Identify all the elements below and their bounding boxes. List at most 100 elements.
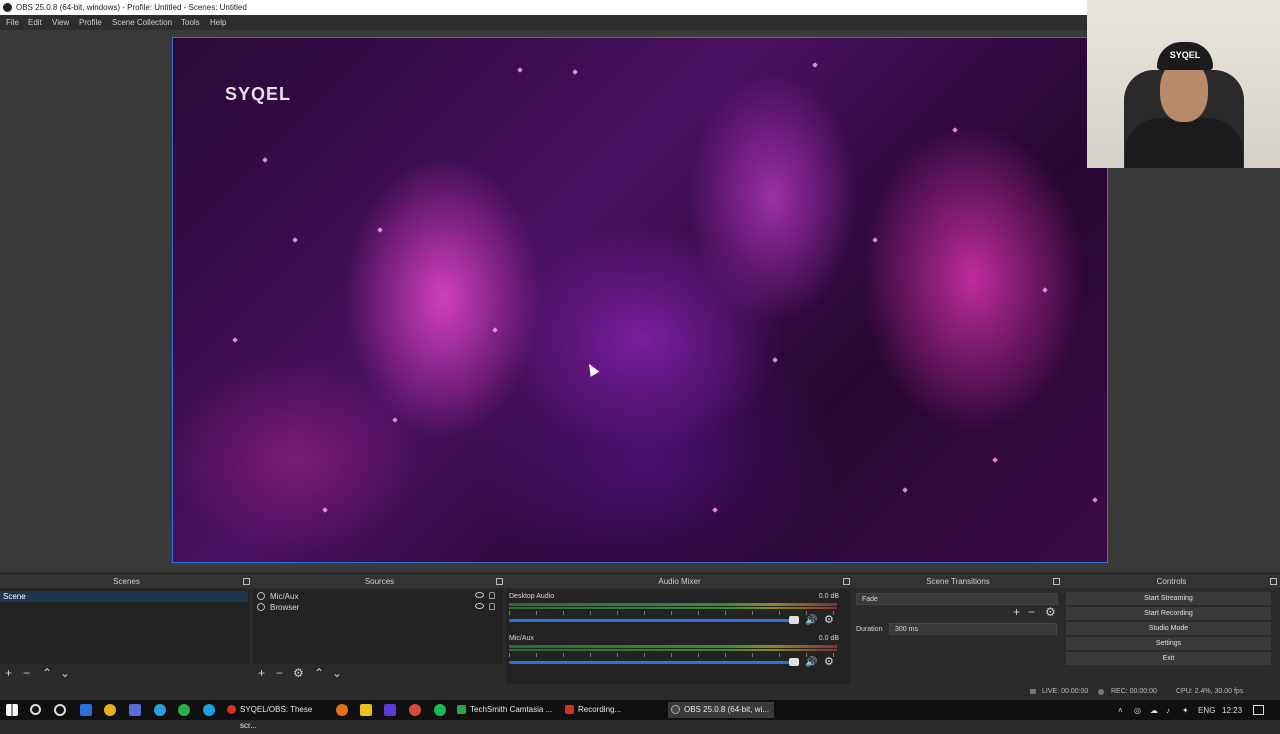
scene-transitions-dock: Scene Transitions Fade + − ⚙ Duration 30… [853,575,1063,686]
scene-item[interactable]: Scene [0,591,248,602]
audio-mixer-dock-title: Audio Mixer [506,576,853,588]
network-icon[interactable]: ☁ [1150,706,1158,715]
controls-dock-title: Controls [1063,576,1280,588]
task-view-icon[interactable] [80,704,92,716]
start-recording-button[interactable]: Start Recording [1066,607,1271,620]
sources-dock: Sources Mic/Aux Browser + − ⚙ ⌃ ⌄ [253,575,506,686]
app-icon[interactable] [129,704,141,716]
taskbar-app-obs[interactable]: OBS 25.0.8 (64-bit, wi... [668,702,774,718]
preview-logo: SYQEL [225,84,292,104]
undock-icon[interactable] [243,578,250,585]
scenes-dock-title: Scenes [0,576,253,588]
settings-button[interactable]: Settings [1066,637,1271,650]
volume-slider-handle[interactable] [789,616,799,624]
mixer-body: Desktop Audio 0.0 dB 🔊 ⚙ Mic/Aux 0.0 dB … [506,589,850,684]
undock-icon[interactable] [1270,578,1277,585]
app-tray-icon[interactable]: ◎ [1134,706,1141,715]
app-icon[interactable] [409,704,421,716]
duration-input[interactable]: 300 ms [889,623,1057,635]
whatsapp-icon[interactable] [178,704,190,716]
move-source-up-button[interactable]: ⌃ [314,667,324,679]
speaker-icon[interactable]: 🔊 [805,657,817,668]
app-icon[interactable] [384,704,396,716]
live-timer: LIVE: 00:00:00 [1042,688,1089,695]
volume-icon[interactable]: ♪ [1166,706,1170,715]
remove-source-button[interactable]: − [276,667,283,679]
firefox-icon[interactable] [336,704,348,716]
taskbar-app-chrome[interactable]: SYQEL/OBS: These scr... [224,702,328,730]
recording-icon [565,705,574,714]
menu-file[interactable]: File [6,18,19,27]
transition-select[interactable]: Fade [856,593,1058,605]
visibility-eye-icon[interactable] [475,603,484,609]
source-item-browser[interactable]: Browser [253,602,495,613]
audio-mixer-dock: Audio Mixer Desktop Audio 0.0 dB 🔊 ⚙ Mic… [506,575,853,686]
remove-transition-button[interactable]: − [1028,606,1035,618]
sources-dock-title: Sources [253,576,506,588]
volume-meter [509,645,837,648]
studio-mode-button[interactable]: Studio Mode [1066,622,1271,635]
webcam-overlay: SYQEL [1087,0,1280,168]
exit-button[interactable]: Exit [1066,652,1271,665]
taskbar-app-recording[interactable]: Recording... [562,702,662,718]
volume-slider[interactable] [509,661,795,664]
add-scene-button[interactable]: + [5,667,12,679]
start-streaming-button[interactable]: Start Streaming [1066,592,1271,605]
live-indicator-icon [1030,689,1036,694]
gear-icon[interactable]: ⚙ [824,615,835,626]
menu-edit[interactable]: Edit [28,18,42,27]
gear-icon[interactable]: ⚙ [824,657,835,668]
source-properties-gear-icon[interactable]: ⚙ [293,667,304,679]
speaker-icon[interactable]: 🔊 [805,615,817,626]
windows-start-icon[interactable] [6,704,18,716]
rec-timer: REC: 00:00:00 [1111,688,1157,695]
lock-icon[interactable] [489,592,495,599]
chrome-icon [227,705,236,714]
volume-slider[interactable] [509,619,795,622]
add-source-button[interactable]: + [258,667,265,679]
undock-icon[interactable] [1053,578,1060,585]
undock-icon[interactable] [496,578,503,585]
microphone-icon [257,592,265,600]
mixer-channel-desktop: Desktop Audio 0.0 dB 🔊 ⚙ [509,593,839,626]
mouse-cursor [584,361,600,377]
cortana-icon[interactable] [54,704,66,716]
taskbar-app-camtasia[interactable]: TechSmith Camtasia ... [454,702,558,718]
controls-dock: Controls Start Streaming Start Recording… [1063,575,1280,686]
clock[interactable]: 12:23 [1222,706,1242,715]
scenes-list: Scene [0,589,250,664]
chrome-icon[interactable] [104,704,116,716]
webcam-cap-text: SYQEL [1157,42,1213,70]
window-title: OBS 25.0.8 (64-bit, windows) - Profile: … [16,3,247,12]
preview-canvas[interactable]: SYQEL [172,37,1108,563]
transition-gear-icon[interactable]: ⚙ [1045,606,1056,618]
menu-help[interactable]: Help [210,18,226,27]
menu-scene-collection[interactable]: Scene Collection [112,18,172,27]
menu-profile[interactable]: Profile [79,18,102,27]
duration-label: Duration [856,626,883,633]
language-indicator[interactable]: ENG [1198,706,1215,715]
browser-globe-icon [257,603,265,611]
chevron-up-icon[interactable]: ˄ [1118,706,1123,715]
menu-tools[interactable]: Tools [181,18,200,27]
move-scene-down-button[interactable]: ⌄ [60,667,70,679]
rec-indicator-icon [1098,689,1104,695]
spotify-icon[interactable] [434,704,446,716]
source-item-mic[interactable]: Mic/Aux [253,591,495,602]
skype-icon[interactable] [203,704,215,716]
telegram-icon[interactable] [154,704,166,716]
tray-app-icon[interactable]: ✦ [1182,706,1189,715]
search-icon[interactable] [30,704,41,715]
undock-icon[interactable] [843,578,850,585]
visibility-eye-icon[interactable] [475,592,484,598]
sources-toolbar: + − ⚙ ⌃ ⌄ [253,666,506,682]
add-transition-button[interactable]: + [1013,606,1020,618]
move-source-down-button[interactable]: ⌄ [332,667,342,679]
remove-scene-button[interactable]: − [23,667,30,679]
file-explorer-icon[interactable] [360,704,372,716]
menu-view[interactable]: View [52,18,69,27]
lock-icon[interactable] [489,603,495,610]
notifications-icon[interactable] [1253,705,1264,715]
move-scene-up-button[interactable]: ⌃ [42,667,52,679]
volume-slider-handle[interactable] [789,658,799,666]
